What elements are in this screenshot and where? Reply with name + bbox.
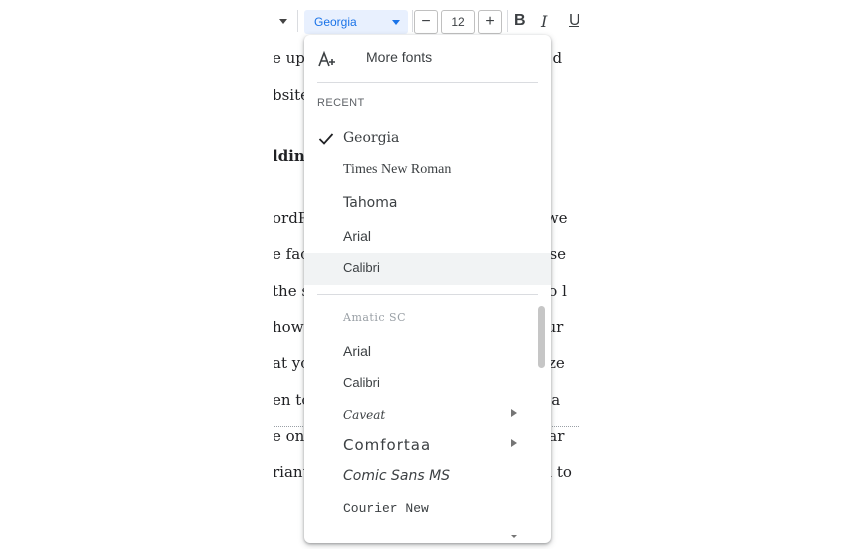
submenu-arrow-icon (511, 409, 517, 417)
font-size-control: − 12 + (414, 10, 502, 34)
more-fonts-menu-item[interactable]: More fonts (304, 42, 551, 74)
font-name: Calibri (343, 375, 380, 390)
font-name: Arial (343, 343, 372, 359)
bold-button[interactable]: B (514, 12, 526, 30)
submenu-arrow-icon (511, 439, 517, 447)
menu-scrollbar[interactable] (538, 306, 545, 368)
increase-font-size-button[interactable]: + (478, 10, 502, 34)
font-item-caveat[interactable]: Caveat (304, 399, 551, 431)
recent-font-calibri[interactable]: Calibri (304, 253, 551, 285)
more-fonts-label: More fonts (366, 49, 433, 65)
font-name: Amatic SC (343, 311, 406, 324)
font-item-comic-sans-ms[interactable]: Comic Sans MS (304, 461, 551, 493)
font-name: Times New Roman (343, 162, 452, 177)
underline-button[interactable]: U (569, 12, 579, 30)
toolbar-divider (297, 10, 298, 32)
recent-font-arial[interactable]: Arial (304, 221, 551, 253)
chevron-down-icon (392, 20, 400, 25)
add-font-icon (318, 50, 335, 67)
font-dropdown-menu: More fonts RECENT Georgia Times New Roma… (304, 35, 551, 543)
font-name: Comfortaa (343, 436, 432, 454)
scroll-more-icon (511, 535, 517, 538)
font-family-dropdown[interactable]: Georgia (304, 10, 408, 34)
font-name: Caveat (343, 408, 386, 422)
font-name: Comic Sans MS (343, 468, 451, 484)
recent-font-georgia[interactable]: Georgia (304, 123, 551, 155)
recent-font-times-new-roman[interactable]: Times New Roman (304, 155, 551, 187)
font-name: Calibri (343, 260, 380, 275)
font-family-value: Georgia (314, 15, 357, 29)
menu-divider (317, 294, 538, 295)
document-text: how (274, 318, 304, 336)
recent-section-header: RECENT (317, 97, 365, 109)
font-name: Arial (343, 228, 372, 244)
style-dropdown-caret-icon[interactable] (279, 19, 287, 24)
decrease-font-size-button[interactable]: − (414, 10, 438, 34)
font-name: Courier New (343, 501, 429, 516)
document-text: e up (274, 49, 305, 67)
document-text: ordP (274, 209, 308, 227)
font-item-courier-new[interactable]: Courier New (304, 494, 551, 526)
italic-button[interactable]: I (541, 12, 547, 31)
menu-divider (317, 82, 538, 83)
font-item-arial[interactable]: Arial (304, 336, 551, 368)
font-item-amatic-sc[interactable]: Amatic SC (304, 302, 551, 334)
toolbar-divider (412, 10, 413, 32)
font-name: Tahoma (343, 195, 398, 211)
recent-font-tahoma[interactable]: Tahoma (304, 188, 551, 220)
font-item-calibri[interactable]: Calibri (304, 368, 551, 400)
font-item-comfortaa[interactable]: Comfortaa (304, 429, 551, 461)
font-size-input[interactable]: 12 (441, 10, 475, 34)
checkmark-icon (318, 133, 334, 145)
document-text: ldin (274, 147, 305, 165)
font-name: Georgia (343, 130, 400, 146)
toolbar-divider (507, 10, 508, 32)
